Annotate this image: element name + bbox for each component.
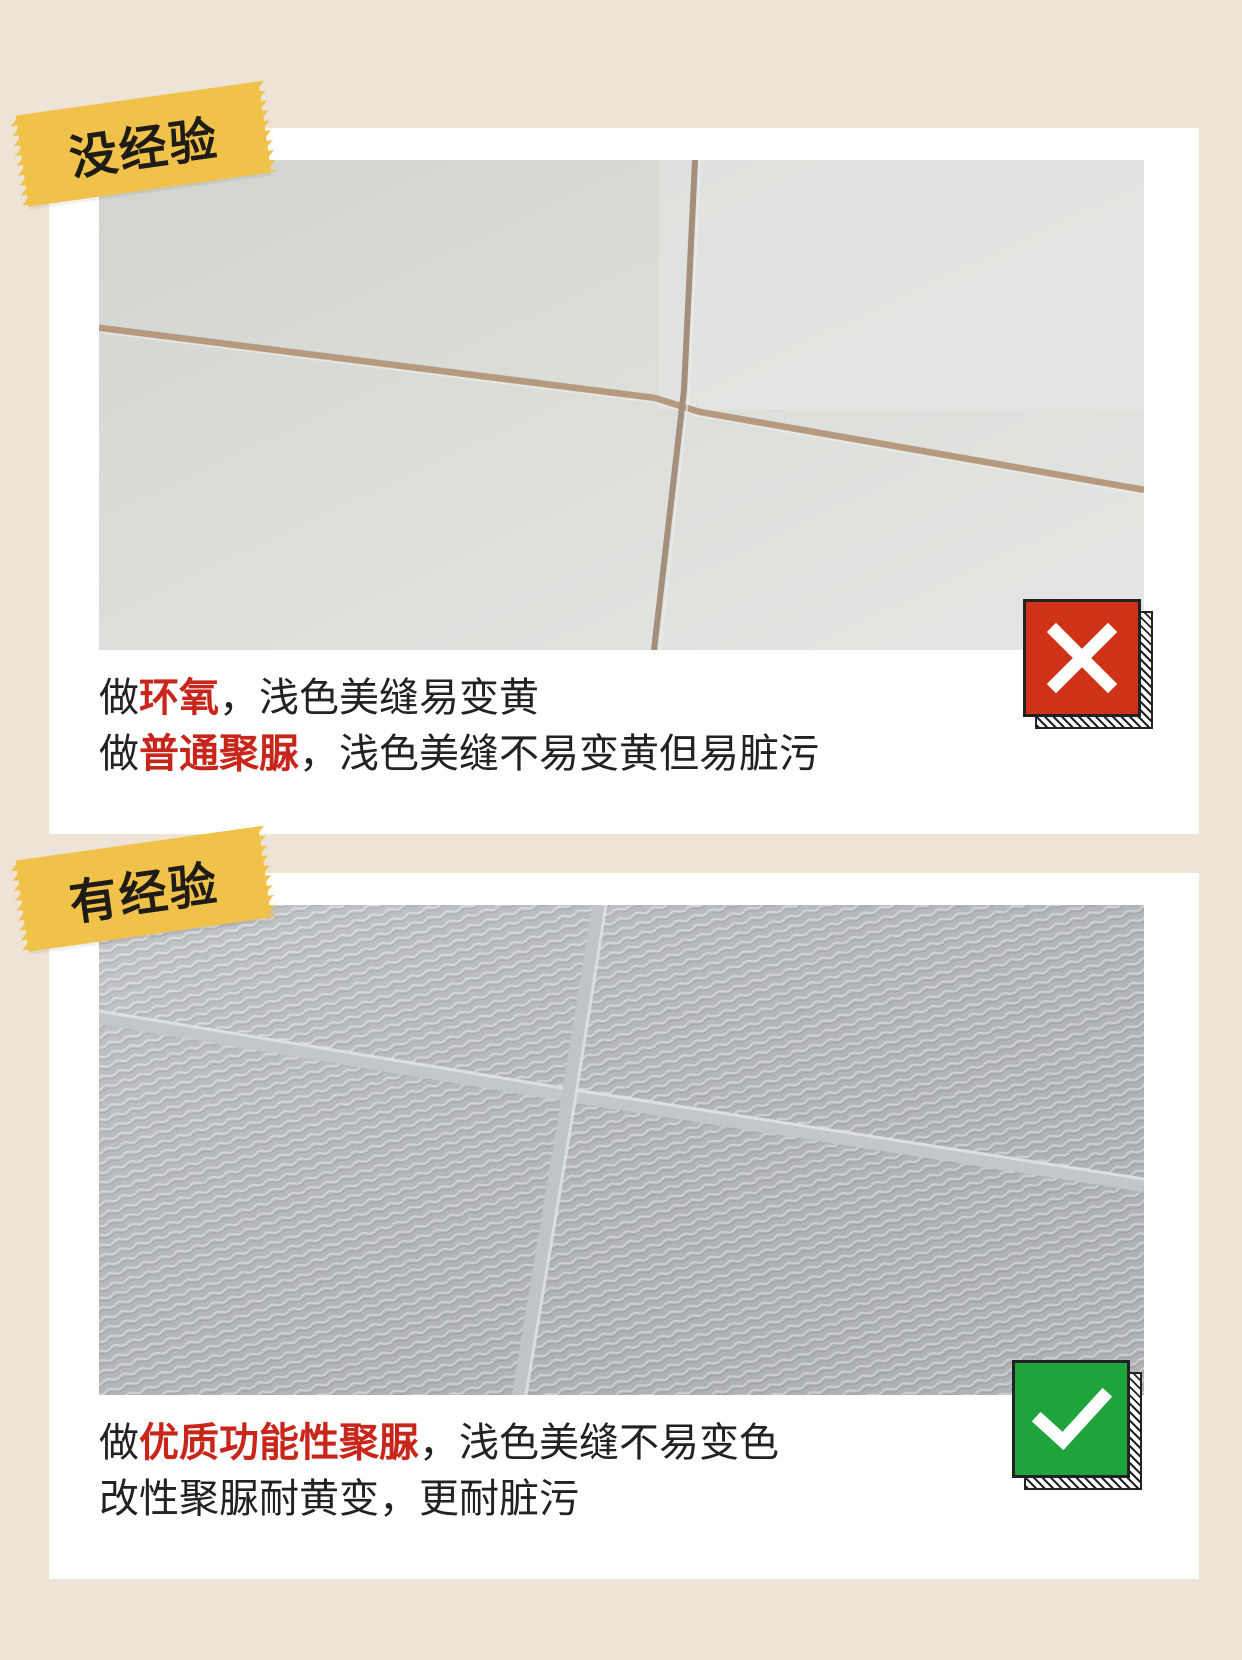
- comparison-card-inexperienced: 没经验 做环氧，浅色美缝易变黄 做普通聚脲，浅色美缝不易变黄但易脏污: [15, 81, 1199, 834]
- tag-text: 有经验: [66, 855, 223, 933]
- checkmark-icon: [1031, 1387, 1113, 1451]
- tag-text: 没经验: [66, 110, 223, 188]
- photo-clean-grout: [99, 905, 1144, 1395]
- photo-yellowed-grout: [99, 160, 1144, 650]
- caption: 做优质功能性聚脲，浅色美缝不易变色 改性聚脲耐黄变，更耐脏污: [99, 1415, 999, 1527]
- caption: 做环氧，浅色美缝易变黄 做普通聚脲，浅色美缝不易变黄但易脏污: [99, 670, 999, 782]
- caption-line-2: 改性聚脲耐黄变，更耐脏污: [99, 1476, 579, 1522]
- caption-line-2: 做普通聚脲，浅色美缝不易变黄但易脏污: [99, 731, 819, 777]
- correct-badge: [1012, 1360, 1142, 1490]
- comparison-card-experienced: 有经验 做优质功能性聚脲，浅色美缝不易变色 改性聚脲耐黄变，更耐脏污: [15, 826, 1199, 1579]
- x-icon: [1046, 622, 1118, 694]
- caption-line-1: 做环氧，浅色美缝易变黄: [99, 675, 539, 721]
- wrong-badge: [1023, 599, 1153, 729]
- caption-line-1: 做优质功能性聚脲，浅色美缝不易变色: [99, 1420, 779, 1466]
